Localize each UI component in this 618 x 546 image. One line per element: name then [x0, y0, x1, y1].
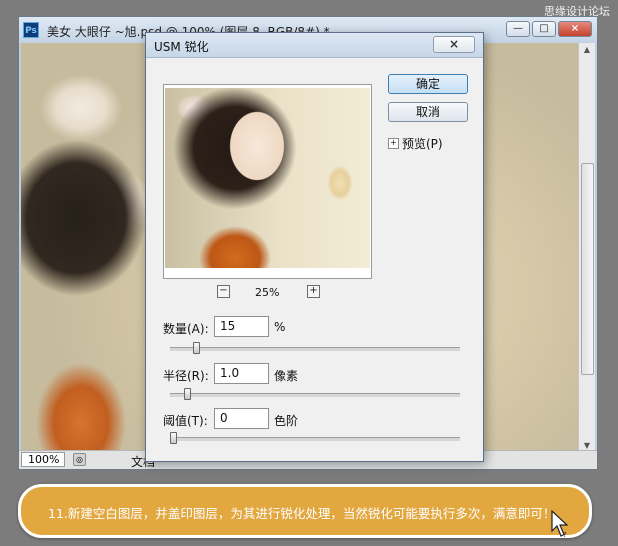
restore-button[interactable]: □ [532, 21, 556, 37]
preview-zoom-value: 25% [255, 286, 280, 299]
threshold-label: 阈值(T): [163, 414, 208, 428]
radius-slider-knob[interactable] [184, 388, 191, 400]
dialog-titlebar[interactable]: USM 锐化 × [146, 33, 483, 58]
vertical-scrollbar[interactable]: ▲ ▼ [578, 43, 595, 453]
scrollbar-thumb[interactable] [581, 163, 594, 375]
threshold-slider-knob[interactable] [170, 432, 177, 444]
zoom-level-field[interactable]: 100% [21, 452, 65, 467]
zoom-in-button[interactable]: + [307, 285, 320, 298]
preview-image[interactable] [165, 88, 370, 268]
amount-label: 数量(A): [163, 322, 209, 336]
amount-input[interactable]: 15 [214, 316, 269, 337]
minimize-button[interactable]: — [506, 21, 530, 37]
photoshop-app-icon: Ps [23, 22, 39, 38]
radius-input[interactable]: 1.0 [214, 363, 269, 384]
usm-sharpen-dialog: USM 锐化 × − 25% + 确定 取消 + 预览(P) 数量(A): 15 … [145, 32, 484, 462]
dialog-close-button[interactable]: × [433, 36, 475, 53]
radius-label: 半径(R): [163, 369, 209, 383]
zoom-out-button[interactable]: − [217, 285, 230, 298]
amount-slider-knob[interactable] [193, 342, 200, 354]
window-close-button[interactable]: × [558, 21, 592, 37]
caption-banner: 11.新建空白图层，并盖印图层，为其进行锐化处理，当然锐化可能要执行多次，满意即… [18, 484, 592, 538]
preview-checkbox[interactable]: + [388, 138, 399, 149]
preview-checkbox-row[interactable]: + 预览(P) [388, 135, 443, 152]
mouse-cursor-icon: ? [551, 510, 569, 538]
status-info-icon[interactable]: ◎ [73, 453, 86, 466]
caption-text: 11.新建空白图层，并盖印图层，为其进行锐化处理，当然锐化可能要执行多次，满意即… [48, 506, 556, 521]
radius-unit: 像素 [274, 369, 299, 383]
threshold-slider-track[interactable] [170, 432, 460, 444]
svg-text:?: ? [563, 531, 567, 538]
threshold-unit: 色阶 [274, 414, 299, 428]
radius-slider-track[interactable] [170, 388, 460, 400]
preview-checkbox-label: 预览(P) [402, 137, 443, 151]
preview-zoom-controls: − 25% + [217, 285, 327, 301]
amount-slider-track[interactable] [170, 342, 460, 354]
preview-panel[interactable] [163, 84, 372, 279]
scroll-up-arrow-icon[interactable]: ▲ [579, 43, 595, 57]
ok-button[interactable]: 确定 [388, 74, 468, 94]
cancel-button[interactable]: 取消 [388, 102, 468, 122]
amount-unit: % [274, 320, 286, 334]
threshold-input[interactable]: 0 [214, 408, 269, 429]
dialog-title: USM 锐化 [154, 40, 209, 54]
